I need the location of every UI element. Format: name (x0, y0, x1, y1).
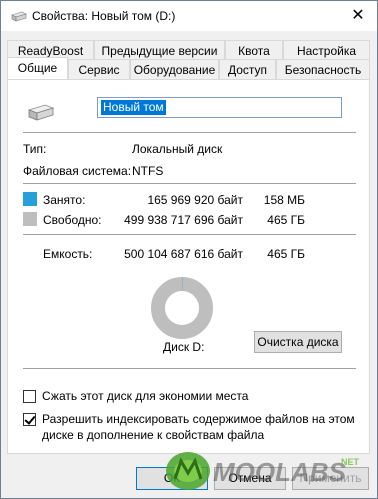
tab-customize[interactable]: Настройка (283, 40, 370, 60)
free-label: Свободно: (43, 213, 102, 227)
free-bytes: 499 938 717 696 байт (124, 213, 243, 227)
tab-security[interactable]: Безопасность (276, 59, 370, 79)
divider (23, 368, 356, 369)
watermark-suffix: NET (341, 457, 360, 467)
type-label: Тип: (23, 142, 47, 156)
volume-name-text: Новый том (101, 100, 166, 115)
free-color-swatch (23, 212, 37, 226)
used-label: Занято: (43, 193, 86, 207)
disk-label: Диск D: (163, 340, 205, 354)
free-space-ring (151, 277, 213, 339)
general-panel: Новый том Тип: Локальный диск Файловая с… (7, 79, 370, 454)
window-title: Свойства: Новый том (D:) (32, 9, 176, 23)
free-size: 465 ГБ (267, 213, 305, 227)
tab-quota[interactable]: Квота (225, 40, 283, 60)
disk-cleanup-button[interactable]: Очистка диска (254, 331, 342, 353)
disk-usage-chart (151, 277, 213, 339)
moolabs-watermark: MOOLABS NET (166, 452, 360, 490)
divider (23, 183, 356, 184)
tab-hardware[interactable]: Оборудование (130, 59, 219, 79)
filesystem-value: NTFS (132, 164, 164, 178)
tab-general[interactable]: Общие (7, 57, 68, 79)
capacity-bytes: 500 104 687 616 байт (124, 247, 243, 261)
tab-sharing[interactable]: Доступ (219, 59, 276, 79)
divider (23, 234, 356, 235)
used-bytes: 165 969 920 байт (147, 193, 243, 207)
drive-icon (11, 11, 27, 22)
compress-label: Сжать этот диск для экономии места (42, 389, 249, 403)
index-checkbox[interactable] (23, 413, 36, 426)
divider (23, 132, 356, 133)
index-label-line1: Разрешить индексировать содержимое файло… (42, 412, 355, 426)
properties-window: Свойства: Новый том (D:) ✕ ReadyBoost Пр… (0, 0, 378, 499)
close-button[interactable]: ✕ (347, 5, 369, 27)
filesystem-label: Файловая система: (23, 164, 132, 178)
used-size: 158 МБ (263, 193, 305, 207)
capacity-label: Емкость: (43, 247, 93, 261)
capacity-size: 465 ГБ (267, 247, 305, 261)
volume-name-input[interactable]: Новый том (97, 97, 342, 118)
watermark-text: MOOLABS (213, 457, 347, 487)
tab-row-bottom: Общие Сервис Оборудование Доступ Безопас… (7, 57, 370, 80)
type-value: Локальный диск (132, 142, 223, 156)
drive-icon (28, 104, 54, 121)
tab-previous-versions[interactable]: Предыдущие версии (94, 40, 225, 60)
index-label-line2: диске в дополнение к свойствам файла (42, 428, 265, 442)
used-color-swatch (23, 192, 37, 206)
title-bar[interactable]: Свойства: Новый том (D:) ✕ (1, 1, 377, 31)
tab-tools[interactable]: Сервис (68, 59, 130, 79)
compress-checkbox[interactable] (23, 390, 36, 403)
